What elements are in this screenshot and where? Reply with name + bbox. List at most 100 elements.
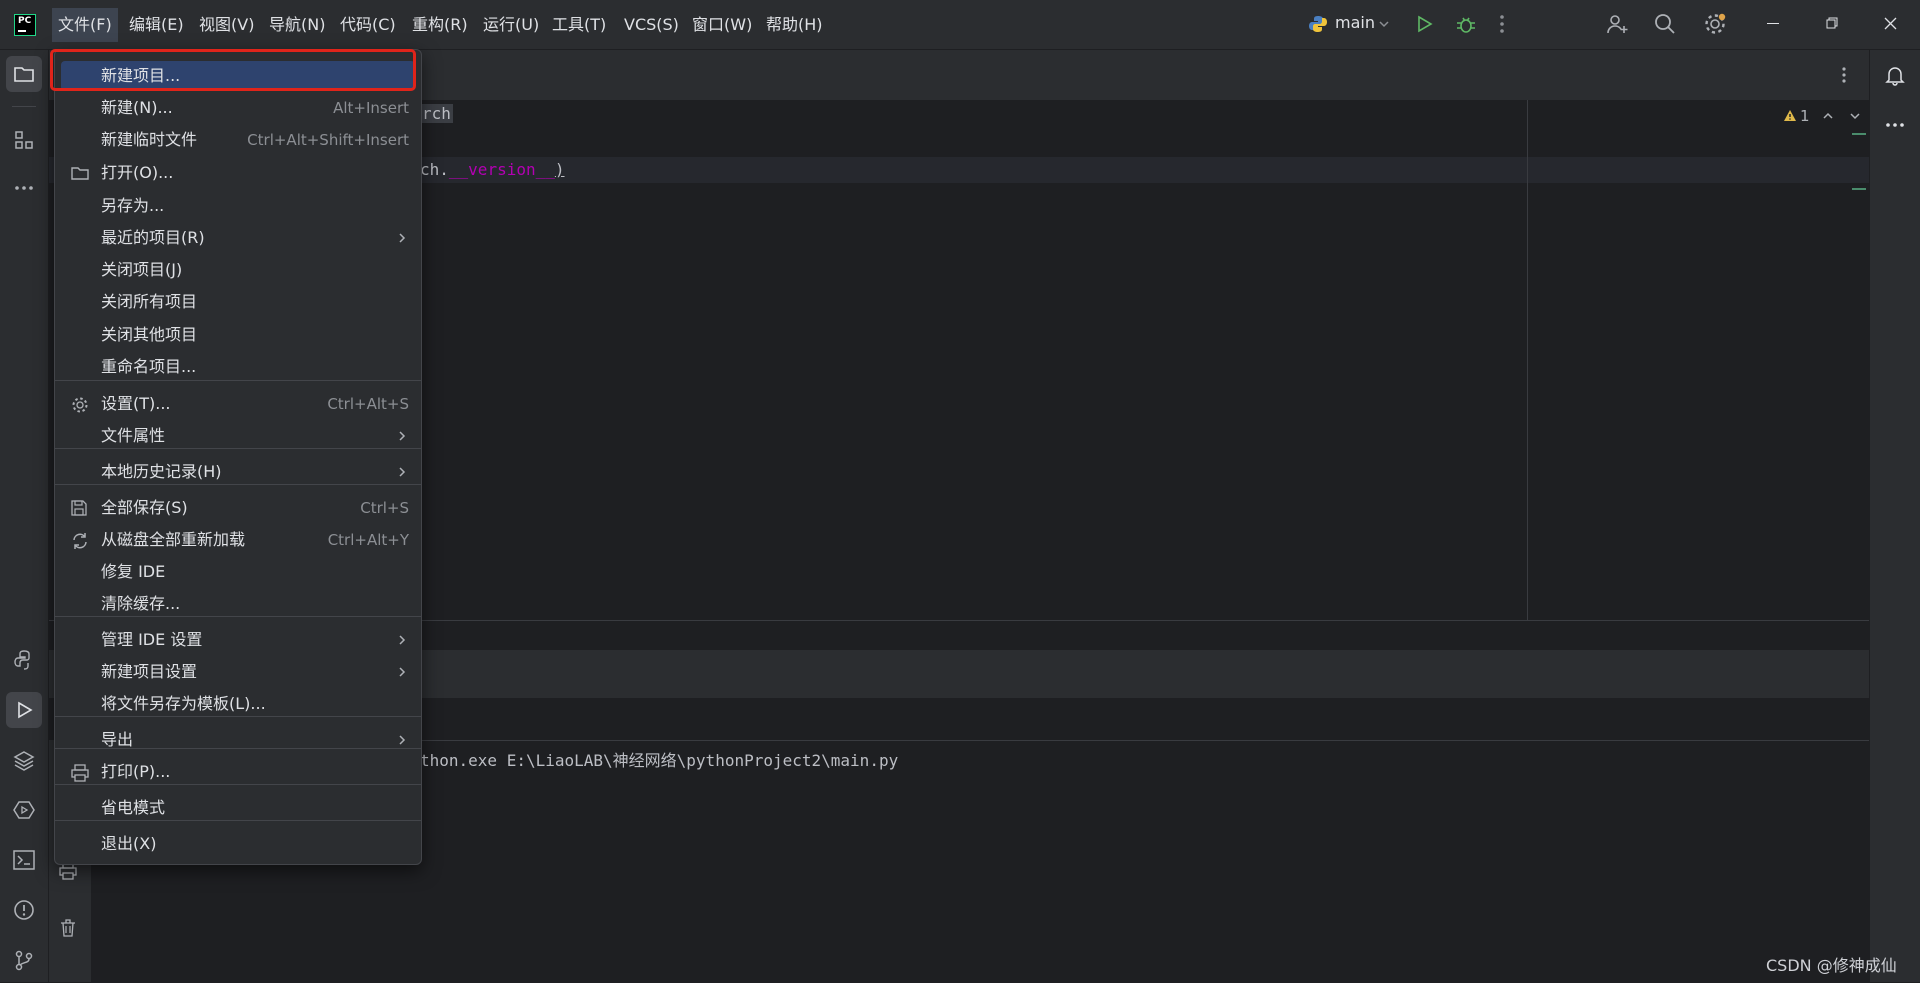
code-token: ch.	[420, 160, 449, 179]
more-horizontal-icon[interactable]	[1885, 122, 1905, 128]
menu-10[interactable]: 帮助(H)	[764, 13, 825, 37]
file-menu-item[interactable]: 管理 IDE 设置	[61, 625, 415, 655]
more-horizontal-icon[interactable]	[6, 170, 42, 206]
chevron-right-icon	[397, 666, 407, 678]
folder-icon	[71, 165, 89, 181]
file-menu-item-label: 导出	[101, 730, 134, 749]
chevron-right-icon	[397, 634, 407, 646]
file-menu-item[interactable]: 最近的项目(R)	[61, 223, 415, 253]
menu-separator	[55, 484, 421, 485]
file-menu-item-label: 打开(O)...	[101, 163, 174, 182]
menu-7[interactable]: 工具(T)	[550, 13, 608, 37]
file-menu-item-label: 退出(X)	[101, 834, 157, 853]
run-tool-icon[interactable]	[6, 692, 42, 728]
search-icon[interactable]	[1654, 13, 1676, 35]
file-menu-item[interactable]: 从磁盘全部重新加载 Ctrl+Alt+Y	[61, 525, 415, 555]
file-menu-item[interactable]: 重命名项目...	[61, 352, 415, 382]
debug-icon[interactable]	[1455, 13, 1477, 35]
file-menu-item[interactable]: 修复 IDE	[61, 557, 415, 587]
file-menu-item[interactable]: 全部保存(S) Ctrl+S	[61, 493, 415, 523]
chevron-down-icon[interactable]	[1378, 18, 1390, 30]
file-menu-item[interactable]: 退出(X)	[61, 829, 415, 859]
minimize-icon[interactable]	[1767, 23, 1779, 24]
project-folder-icon[interactable]	[6, 56, 42, 92]
menu-4[interactable]: 代码(C)	[338, 13, 398, 37]
menu-3[interactable]: 导航(N)	[267, 13, 327, 37]
add-user-icon[interactable]	[1605, 12, 1629, 36]
file-menu-item-label: 另存为...	[101, 196, 165, 215]
file-menu-item[interactable]: 新建临时文件 Ctrl+Alt+Shift+Insert	[61, 125, 415, 155]
file-menu-item-label: 关闭所有项目	[101, 292, 198, 311]
file-menu-item[interactable]: 省电模式	[61, 793, 415, 823]
layers-icon[interactable]	[6, 742, 42, 778]
code-token-dunder: __version__	[448, 160, 555, 179]
git-branch-icon[interactable]	[6, 942, 42, 978]
menu-2[interactable]: 视图(V)	[197, 13, 256, 37]
file-menu-item[interactable]: 另存为...	[61, 191, 415, 221]
file-menu-item[interactable]: 打印(P)...	[61, 757, 415, 787]
file-menu-item-label: 最近的项目(R)	[101, 228, 205, 247]
warning-count[interactable]: 1	[1800, 107, 1810, 125]
chevron-right-icon	[397, 734, 407, 746]
right-margin-guide	[1527, 100, 1528, 620]
code-line: ch.__version__)	[420, 160, 565, 179]
more-vertical-icon[interactable]	[1499, 14, 1505, 34]
restore-icon[interactable]	[1826, 17, 1838, 29]
menu-5[interactable]: 重构(R)	[410, 13, 470, 37]
file-menu-item-label: 新建(N)...	[101, 98, 173, 117]
file-menu-item[interactable]: 将文件另存为模板(L)...	[61, 689, 415, 719]
run-config-label[interactable]: main	[1335, 13, 1375, 32]
chevron-right-icon	[397, 466, 407, 478]
file-menu-item[interactable]: 本地历史记录(H)	[61, 457, 415, 487]
run-icon[interactable]	[1414, 14, 1434, 34]
file-menu-item-label: 关闭项目(J)	[101, 260, 183, 279]
notification-bell-icon[interactable]	[1884, 64, 1906, 86]
file-menu-item-label: 重命名项目...	[101, 357, 197, 376]
warning-icon[interactable]	[1783, 109, 1797, 122]
services-icon[interactable]	[6, 792, 42, 828]
file-menu-item[interactable]: 新建项目设置	[61, 657, 415, 687]
file-menu-item[interactable]: 打开(O)...	[61, 158, 415, 188]
file-menu-item[interactable]: 清除缓存...	[61, 589, 415, 619]
code-token-paren: )	[554, 160, 565, 179]
file-menu-item[interactable]: 关闭其他项目	[61, 320, 415, 350]
highlight-box	[50, 49, 416, 91]
file-menu-item-label: 新建临时文件	[101, 130, 198, 149]
file-menu-item[interactable]: 文件属性	[61, 421, 415, 451]
tab-options-icon[interactable]	[1841, 66, 1847, 84]
chevron-down-icon[interactable]	[1849, 110, 1861, 122]
file-menu-item-label: 新建项目设置	[101, 662, 198, 681]
file-menu-item[interactable]: 设置(T)... Ctrl+Alt+S	[61, 389, 415, 419]
chevron-up-icon[interactable]	[1822, 110, 1834, 122]
python-console-icon[interactable]	[6, 642, 42, 678]
watermark: CSDN @修神成仙	[1766, 956, 1897, 975]
gear-icon	[71, 396, 89, 414]
menu-separator	[55, 784, 421, 785]
file-menu-item[interactable]: 导出	[61, 725, 415, 755]
menu-8[interactable]: VCS(S)	[622, 13, 681, 37]
menu-0[interactable]: 文件(F)	[52, 8, 118, 42]
trash-icon[interactable]	[60, 919, 76, 937]
menu-6[interactable]: 运行(U)	[481, 13, 541, 37]
gear-icon[interactable]	[1703, 12, 1727, 36]
reload-icon	[71, 532, 89, 550]
file-menu-item[interactable]: 新建(N)... Alt+Insert	[61, 93, 415, 123]
file-menu-item[interactable]: 关闭所有项目	[61, 287, 415, 317]
file-menu-dropdown: 新建项目... 新建(N)... Alt+Insert 新建临时文件 Ctrl+Alt+…	[54, 49, 422, 865]
file-menu-item[interactable]: 关闭项目(J)	[61, 255, 415, 285]
pycharm-logo-icon[interactable]: PC	[14, 14, 36, 36]
file-menu-item-label: 省电模式	[101, 798, 166, 817]
console-line: thon.exe E:\LiaoLAB\神经网络\pythonProject2\…	[420, 751, 899, 770]
terminal-icon[interactable]	[6, 842, 42, 878]
problems-icon[interactable]	[6, 892, 42, 928]
structure-icon[interactable]	[6, 122, 42, 158]
scroll-marker	[1852, 133, 1866, 135]
menu-9[interactable]: 窗口(W)	[690, 13, 754, 37]
menu-separator	[55, 448, 421, 449]
file-menu-item-label: 从磁盘全部重新加载	[101, 530, 246, 549]
close-icon[interactable]	[1884, 17, 1897, 30]
menu-1[interactable]: 编辑(E)	[127, 13, 186, 37]
file-menu-item-shortcut: Ctrl+Alt+S	[327, 395, 409, 413]
file-menu-item-label: 全部保存(S)	[101, 498, 188, 517]
file-menu-item-label: 本地历史记录(H)	[101, 462, 222, 481]
